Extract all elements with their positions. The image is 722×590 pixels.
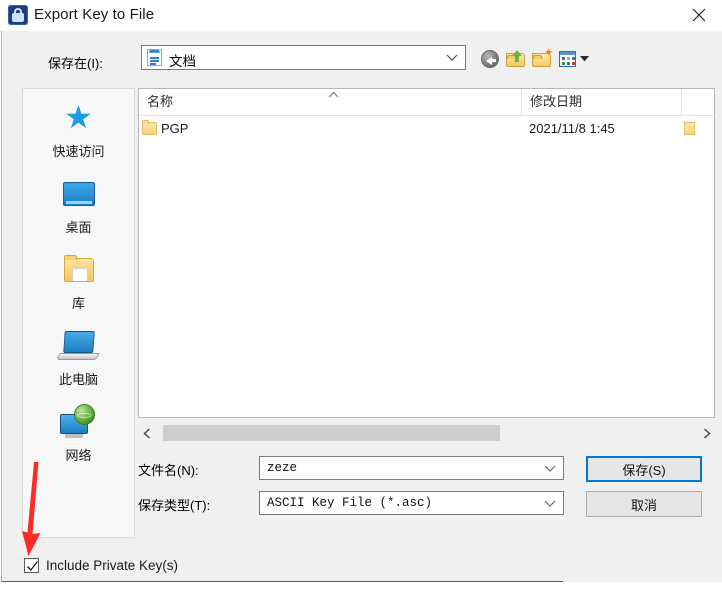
file-type-icon <box>684 122 695 135</box>
places-sidebar: ★ 快速访问 桌面 库 此电脑 网络 <box>22 88 135 538</box>
sidebar-item-label: 桌面 <box>65 220 92 235</box>
window-bottom-area <box>0 583 722 590</box>
file-date-cell: 2021/11/8 1:45 <box>529 121 615 136</box>
chevron-down-icon[interactable] <box>544 465 556 473</box>
file-name-text: PGP <box>161 121 189 136</box>
include-private-keys-label: Include Private Key(s) <box>46 557 179 573</box>
cancel-button[interactable]: 取消 <box>586 491 702 517</box>
sidebar-item-network[interactable]: 网络 <box>23 395 134 471</box>
computer-icon <box>55 324 102 368</box>
folder-icon <box>142 120 157 135</box>
sidebar-item-quick-access[interactable]: ★ 快速访问 <box>23 91 134 167</box>
save-button[interactable]: 保存(S) <box>586 456 702 482</box>
chevron-down-icon[interactable] <box>544 500 556 508</box>
checkbox-box[interactable] <box>24 557 39 573</box>
chevron-left-icon <box>142 427 150 439</box>
location-combobox-value: 文档 <box>169 54 196 69</box>
new-badge-icon: ✦ <box>544 47 554 59</box>
include-private-keys-checkbox[interactable]: Include Private Key(s) <box>24 555 178 575</box>
window-title: Export Key to File <box>34 6 155 23</box>
column-header-type[interactable] <box>681 89 714 115</box>
chevron-right-icon <box>703 427 711 439</box>
file-name-value: zeze <box>267 461 298 475</box>
sidebar-item-this-pc[interactable]: 此电脑 <box>23 319 134 395</box>
star-icon: ★ <box>64 99 93 135</box>
scrollbar-thumb[interactable] <box>163 425 500 441</box>
scroll-right-button[interactable] <box>698 424 715 442</box>
scroll-left-button[interactable] <box>138 424 155 442</box>
save-in-label: 保存在(I): <box>48 56 103 71</box>
file-name-input[interactable]: zeze <box>259 456 564 480</box>
sidebar-item-label: 此电脑 <box>58 372 98 387</box>
new-folder-button[interactable]: ✦ <box>532 47 554 69</box>
title-bar: Export Key to File <box>0 0 722 32</box>
views-icon <box>559 51 576 67</box>
up-one-level-button[interactable] <box>506 49 526 69</box>
scrollbar-track[interactable] <box>155 424 698 442</box>
documents-icon <box>147 49 162 66</box>
back-arrow-icon <box>481 50 499 68</box>
close-button[interactable] <box>676 0 722 30</box>
file-list-header: 名称 修改日期 <box>139 89 714 116</box>
file-type-cell <box>681 116 714 142</box>
file-name-label: 文件名(N): <box>138 463 199 478</box>
navigation-toolbar: ✦ <box>480 47 600 71</box>
export-key-dialog-window: Export Key to File 保存在(I): 文档 ✦ ★ 快速访问 桌… <box>0 0 722 590</box>
file-list[interactable]: 名称 修改日期 PGP 2021/11/8 1:45 <box>138 88 715 418</box>
file-type-value: ASCII Key File (*.asc) <box>267 496 433 510</box>
sidebar-item-label: 库 <box>71 296 85 311</box>
up-arrow-stem <box>515 55 519 62</box>
views-dropdown-icon[interactable] <box>580 56 589 62</box>
sidebar-item-desktop[interactable]: 桌面 <box>23 167 134 243</box>
lock-icon <box>8 5 28 25</box>
desktop-icon <box>56 172 102 216</box>
up-arrow-head <box>512 50 522 56</box>
sort-ascending-icon <box>328 91 339 98</box>
table-row[interactable]: PGP 2021/11/8 1:45 <box>139 116 714 142</box>
column-header-date-modified[interactable]: 修改日期 <box>521 89 681 115</box>
sidebar-item-libraries[interactable]: 库 <box>23 243 134 319</box>
sidebar-item-label: 快速访问 <box>52 144 105 159</box>
checkmark-icon <box>27 560 39 571</box>
file-list-horizontal-scrollbar[interactable] <box>138 424 715 442</box>
network-icon <box>56 400 102 444</box>
views-button[interactable] <box>558 49 578 69</box>
save-in-row: 保存在(I): 文档 ✦ <box>0 45 722 79</box>
chevron-down-icon <box>446 54 458 61</box>
library-folder-icon <box>56 248 102 292</box>
sidebar-item-label: 网络 <box>65 448 92 463</box>
close-icon <box>692 8 706 22</box>
location-combobox[interactable]: 文档 <box>141 45 466 70</box>
file-type-label: 保存类型(T): <box>138 498 211 513</box>
back-button[interactable] <box>480 49 500 69</box>
file-type-combobox[interactable]: ASCII Key File (*.asc) <box>259 491 564 515</box>
file-name-cell: PGP <box>139 116 521 142</box>
